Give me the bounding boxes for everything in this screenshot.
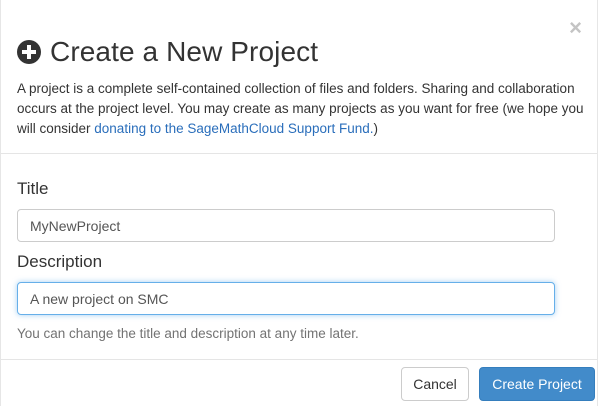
dialog-title-row: Create a New Project [17,33,318,71]
create-project-dialog: × Create a New Project A project is a co… [0,0,598,406]
title-input[interactable] [17,209,555,242]
dialog-header: × Create a New Project A project is a co… [1,0,597,154]
help-text: You can change the title and description… [17,326,359,341]
cancel-button[interactable]: Cancel [401,367,469,401]
description-label: Description [17,252,103,271]
description-input[interactable] [17,282,555,315]
intro-text: A project is a complete self-contained c… [17,79,585,139]
close-icon[interactable]: × [569,17,582,39]
title-label: Title [17,179,49,198]
intro-suffix: ) [373,121,378,136]
dialog-footer: Cancel Create Project [1,359,597,406]
create-project-button[interactable]: Create Project [479,367,595,401]
donate-link[interactable]: donating to the SageMathCloud Support Fu… [94,121,373,136]
page-title: Create a New Project [50,36,319,67]
plus-circle-icon [17,40,41,64]
